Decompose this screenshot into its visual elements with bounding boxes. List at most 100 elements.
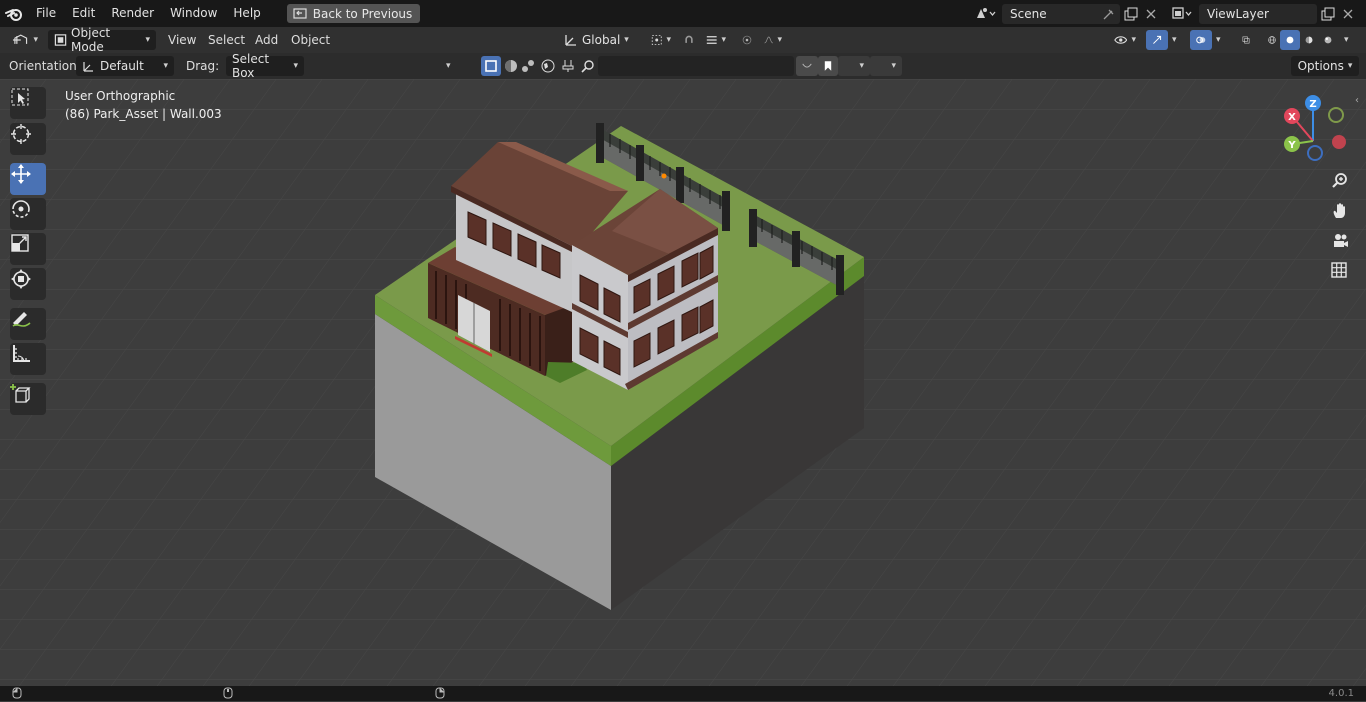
material-sphere-icon <box>1305 36 1313 44</box>
options-label: Options <box>1297 59 1344 73</box>
tool-annotate[interactable] <box>10 308 46 340</box>
bookmark-button[interactable] <box>818 56 838 76</box>
chevron-down-icon: ▾ <box>293 61 298 71</box>
gizmo-neg-x[interactable] <box>1332 135 1346 149</box>
wireframe-sphere-icon <box>1268 36 1276 44</box>
falloff-curve-icon <box>764 36 773 44</box>
gizmo-dropdown[interactable]: ▾ <box>1166 30 1186 50</box>
snap-increment-icon <box>706 36 717 44</box>
scene-pin-icon[interactable] <box>1099 4 1119 24</box>
overlays-icon <box>1196 36 1206 44</box>
tool-move[interactable] <box>10 163 46 195</box>
shading-dropdown[interactable]: ▾ <box>1338 30 1358 50</box>
snap-toggle[interactable] <box>678 30 700 50</box>
filter-brush-button[interactable] <box>558 56 578 76</box>
chevron-down-icon: ▾ <box>891 61 896 71</box>
shading-solid-button[interactable] <box>1280 30 1300 50</box>
bowl-icon <box>802 63 812 68</box>
tool-select-box[interactable] <box>10 87 46 119</box>
gizmo-toggle[interactable] <box>1146 30 1168 50</box>
world-globe-icon <box>541 59 555 73</box>
viewlayer-icon <box>1172 7 1192 19</box>
orientation-dropdown[interactable]: Default ▾ <box>76 56 174 76</box>
blender-logo-icon[interactable] <box>0 0 28 27</box>
menu-edit[interactable]: Edit <box>64 0 103 27</box>
pan-hand-icon[interactable] <box>1331 202 1355 226</box>
filter-world-button[interactable] <box>538 56 558 76</box>
viewlayer-name-field[interactable]: ViewLayer <box>1199 4 1317 24</box>
proportional-editing-toggle[interactable] <box>736 30 758 50</box>
scene-icon <box>977 8 996 18</box>
menu-view[interactable]: View <box>168 30 196 50</box>
square-select-icon <box>485 60 497 72</box>
version-label: 4.0.1 <box>1328 688 1354 699</box>
shading-material-button[interactable] <box>1299 30 1319 50</box>
overlays-toggle[interactable] <box>1190 30 1212 50</box>
viewport-overlay-text: User Orthographic (86) Park_Asset | Wall… <box>65 87 222 123</box>
filter-mesh-button[interactable] <box>481 56 501 76</box>
gizmo-y-label: Y <box>1287 140 1296 151</box>
camera-view-icon[interactable] <box>1331 232 1355 256</box>
brush-icon <box>562 60 574 72</box>
scene-browse-button[interactable] <box>972 3 1000 23</box>
viewlayer-browse-button[interactable] <box>1168 3 1196 23</box>
solid-sphere-icon <box>1286 36 1294 44</box>
pivot-point-dropdown[interactable]: ▾ <box>645 30 677 50</box>
viewport-canvas: Z X Y <box>0 79 1366 686</box>
drag-dropdown[interactable]: Select Box ▾ <box>226 52 304 80</box>
options-dropdown[interactable]: Options ▾ <box>1291 56 1359 76</box>
editor-type-button[interactable]: ▾ <box>6 30 44 50</box>
asset-search-input[interactable] <box>598 56 794 76</box>
right-mouse-icon <box>435 687 445 702</box>
tool-transform[interactable] <box>10 268 46 300</box>
viewlayer-duplicate-icon[interactable] <box>1318 4 1338 24</box>
back-to-previous-button[interactable]: Back to Previous <box>286 4 421 23</box>
overlays-dropdown[interactable]: ▾ <box>1210 30 1230 50</box>
visibility-dropdown[interactable]: ▾ <box>1108 30 1142 50</box>
xray-toggle[interactable] <box>1236 30 1256 50</box>
scene-close-icon[interactable] <box>1141 4 1161 24</box>
tool-scale[interactable] <box>10 233 46 265</box>
tool-cursor[interactable] <box>10 123 46 155</box>
transform-orientation-dropdown[interactable]: Global ▾ <box>558 30 638 50</box>
scene-name: Scene <box>1010 7 1047 21</box>
menu-select[interactable]: Select <box>208 30 245 50</box>
menu-window[interactable]: Window <box>162 0 225 27</box>
measure-ruler-icon <box>13 345 30 362</box>
menu-help[interactable]: Help <box>225 0 268 27</box>
menu-render[interactable]: Render <box>103 0 162 27</box>
collapse-dropdown[interactable]: ▾ <box>440 56 462 76</box>
shading-wireframe-button[interactable] <box>1262 30 1282 50</box>
import-method-dropdown[interactable]: ▾ <box>870 56 902 76</box>
move-arrows-icon <box>11 164 31 184</box>
zoom-icon[interactable] <box>1331 172 1355 196</box>
menu-file[interactable]: File <box>28 0 64 27</box>
tool-add-cube[interactable] <box>10 383 46 415</box>
top-menu-bar: File Edit Render Window Help Back to Pre… <box>0 0 1366 27</box>
viewlayer-close-icon[interactable] <box>1338 4 1358 24</box>
tool-rotate[interactable] <box>10 198 46 230</box>
perspective-grid-icon[interactable] <box>1331 262 1355 286</box>
3d-viewport[interactable]: Z X Y User Orthographic (86) Park_Asset … <box>0 79 1366 686</box>
tool-measure[interactable] <box>10 343 46 375</box>
back-to-previous-label: Back to Previous <box>312 6 413 21</box>
chevron-down-icon: ▾ <box>1216 35 1221 45</box>
scene-duplicate-icon[interactable] <box>1121 4 1141 24</box>
menu-object[interactable]: Object <box>291 30 330 50</box>
search-icon[interactable] <box>578 56 598 76</box>
library-dropdown[interactable]: ▾ <box>838 56 870 76</box>
mode-dropdown[interactable]: Object Mode ▾ <box>48 26 156 54</box>
view-name: User Orthographic <box>65 89 176 103</box>
snap-target-dropdown[interactable]: ▾ <box>700 30 732 50</box>
favorites-toggle[interactable] <box>796 56 818 76</box>
object-context: (86) Park_Asset | Wall.003 <box>65 107 222 121</box>
status-bar: 4.0.1 <box>0 686 1366 701</box>
falloff-dropdown[interactable]: ▾ <box>758 30 788 50</box>
menu-add[interactable]: Add <box>255 30 278 50</box>
shading-rendered-button[interactable] <box>1318 30 1338 50</box>
magnet-icon <box>685 35 693 43</box>
filter-nodes-button[interactable] <box>518 56 538 76</box>
tool-settings-bar: Orientation: Default ▾ Drag: Select Box … <box>0 52 1366 80</box>
sidebar-toggle-icon[interactable]: ‹ <box>1355 95 1359 106</box>
viewport-header: ▾ Object Mode ▾ View Select Add Object G… <box>0 26 1366 54</box>
